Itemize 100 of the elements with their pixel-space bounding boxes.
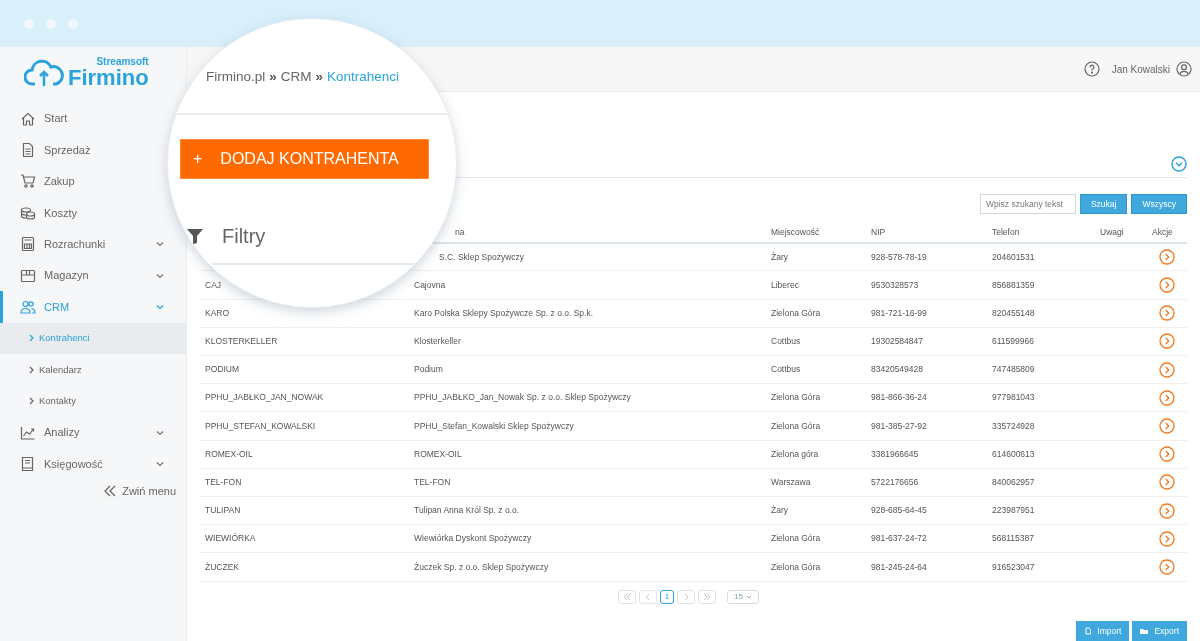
first-page-button[interactable] [618,589,636,604]
collapse-menu-link[interactable]: Zwiń menu [104,482,176,500]
folder-icon [1140,627,1150,635]
double-chevron-right-icon [703,592,711,601]
table-cell: 840062957 [992,476,1035,487]
table-cell: WIEWIÓRKA [205,533,256,544]
table-cell: 223987951 [992,505,1035,516]
table-cell: Zielona Góra [771,533,821,544]
column-header: Akcje [1152,227,1173,237]
table-cell: Cottbus [771,364,801,375]
sidebar-item[interactable]: Koszty [0,197,165,229]
filters-heading[interactable]: Filtry [222,221,266,252]
book-icon [20,456,36,472]
table-cell: 5722176656 [871,476,919,487]
submenu-item[interactable]: Kontakty [0,385,186,417]
document-icon [20,142,36,159]
chevron-right-icon [29,334,34,343]
chevron-right-icon [29,397,34,406]
chevron-down-icon[interactable] [156,303,164,312]
table-cell: 981-721-16-99 [871,307,927,318]
last-page-button[interactable] [698,589,716,604]
table-cell: 335724928 [992,420,1035,431]
table-cell: 856881359 [992,279,1035,290]
logo-name: Firmino [68,67,149,89]
sidebar-item[interactable]: Start [0,103,165,135]
user-icon[interactable] [1176,61,1192,77]
table-cell: 3381966645 [871,448,919,459]
column-header: Uwagi [1100,227,1124,237]
logo-brand: Streamsoft [96,57,149,67]
user-name[interactable]: Jan Kowalski [1111,61,1170,77]
cloud-logo-icon [24,58,64,88]
table-cell: 977981043 [992,392,1035,403]
table-cell: Karo Polska Sklepy Spożywcze Sp. z o.o. Sp.k. [414,307,594,318]
column-header: NIP [871,227,886,237]
chart-icon [20,424,36,441]
next-page-button[interactable] [677,589,695,604]
double-chevron-left-icon [104,484,117,497]
table-cell: 981-637-24-72 [871,533,927,544]
chevron-down-icon[interactable] [156,271,164,280]
chevron-down-icon[interactable] [156,460,164,468]
table-cell: Żary [771,251,788,262]
table-cell: PODIUM [205,364,239,375]
column-header: na [455,227,465,237]
page-button[interactable]: 1 [660,589,674,604]
table-cell: Klosterkeller [414,336,461,347]
breadcrumb-separator: » [315,68,324,86]
table-cell: 747485809 [992,364,1035,375]
sidebar-item[interactable]: Sprzedaż [0,134,165,166]
table-cell: ROMEX-OIL [205,448,253,459]
add-contractor-button[interactable]: + DODAJ KONTRAHENTA [180,139,429,180]
table-cell: Zielona Góra [771,392,821,403]
chevron-right-icon [682,592,690,601]
home-icon [20,110,36,127]
table-cell: 614600613 [992,448,1035,459]
table-cell: Żuczek Sp. z o.o. Sklep Spożywczy [414,561,549,572]
table-cell: TEL-FON [414,476,451,487]
sidebar-item[interactable]: Magazyn [0,259,166,292]
table-cell: Zielona góra [771,448,819,459]
sidebar-item[interactable]: Analizy [0,416,166,449]
table-cell: Cajovna [414,279,446,290]
cart-icon [20,173,36,190]
table-cell: 83420549428 [871,364,923,375]
calculator-icon [20,236,36,253]
expand-chevron-icon[interactable] [1171,156,1187,172]
table-cell: 19302584847 [871,336,923,347]
table-cell: Wiewiórka Dyskont Spożywczy [414,533,532,544]
table-cell: 611599966 [992,336,1034,347]
table-cell: PPHU_JABŁKO_JAN_NOWAK [205,392,324,403]
table-cell: 204601531 [992,251,1035,262]
table-cell: ROMEX-OIL [414,448,462,459]
breadcrumb-separator: » [269,68,277,86]
table-cell: CAJ [205,279,222,290]
chevron-right-icon [29,365,34,374]
search-field[interactable]: Wpisz szukany tekst [979,194,1076,214]
table-cell: PPHU_Stefan_Kowalski Sklep Spożywczy [414,420,574,431]
table-cell: ŻUCZEK [205,561,239,572]
users-icon [20,299,36,316]
breadcrumb-link[interactable]: Firmino.pl [206,67,266,88]
chevron-down-icon[interactable] [156,240,164,249]
chevron-down-icon[interactable] [156,428,164,437]
breadcrumb-link[interactable]: CRM [280,67,312,88]
table-cell: Tulipan Anna Król Sp. z o.o. [414,505,520,516]
table-cell: 981-866-36-24 [871,392,927,403]
submenu-item[interactable]: Kalendarz [0,354,186,386]
caret-icon [745,593,752,600]
sidebar-item[interactable]: Księgowość [0,448,166,480]
column-header: Miejscowość [771,227,820,237]
chevron-left-icon [644,592,652,601]
breadcrumb-current: Kontrahenci [327,68,400,86]
help-icon[interactable] [1083,61,1100,77]
table-cell: Zielona Góra [771,561,821,572]
table-cell: S.C. Sklep Spożywczy [439,251,525,262]
sidebar-item[interactable]: Zakup [0,165,165,198]
table-cell: Cottbus [771,336,801,347]
table-cell: Żary [771,505,788,516]
box-icon [20,267,36,284]
table-cell: 9530328573 [871,279,919,290]
table-cell: KARO [205,307,230,318]
sidebar-item[interactable]: Rozrachunki [0,228,166,260]
previous-page-button[interactable] [639,589,657,604]
